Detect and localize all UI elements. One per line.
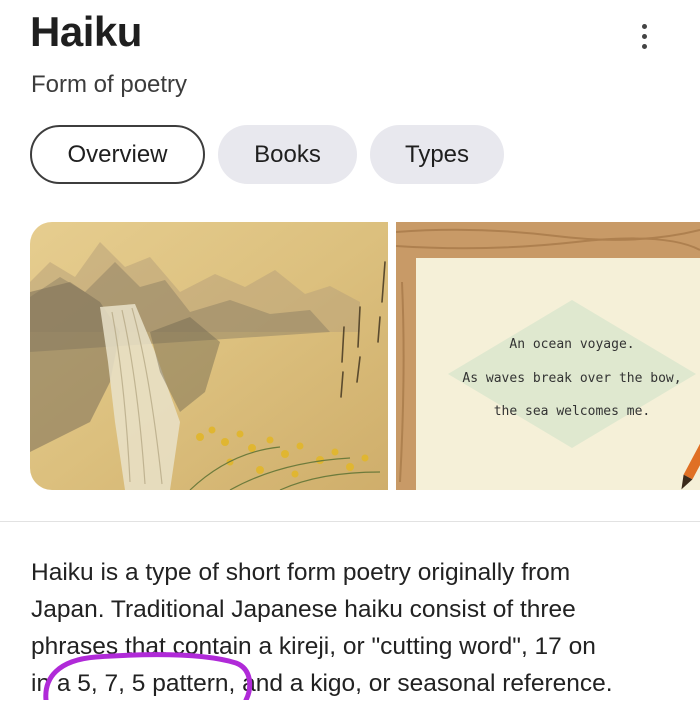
description-text: Haiku is a type of short form poetry ori… — [31, 554, 671, 702]
haiku-card-image[interactable]: An ocean voyage. As waves break over the… — [396, 222, 700, 490]
more-vert-icon[interactable] — [628, 18, 660, 54]
description-line: phrases that contain a kireji, or "cutti… — [31, 633, 596, 660]
poem-line-2: As waves break over the bow, — [462, 371, 681, 386]
poem-line-1: An ocean voyage. — [509, 337, 634, 352]
section-divider — [0, 521, 700, 522]
description-line: Haiku is a type of short form poetry ori… — [31, 559, 571, 586]
tab-bar: Overview Books Types — [30, 125, 504, 184]
tab-books[interactable]: Books — [218, 125, 357, 184]
japanese-painting-image[interactable] — [30, 222, 388, 490]
tab-overview[interactable]: Overview — [30, 125, 205, 184]
description-line: Japan. Traditional Japanese haiku consis… — [31, 596, 576, 623]
page-title: Haiku — [30, 8, 142, 55]
description-line: in a 5, 7, 5 pattern, and a kigo, or sea… — [31, 670, 613, 697]
poem-line-3: the sea welcomes me. — [494, 404, 651, 419]
tab-types[interactable]: Types — [370, 125, 504, 184]
page-subtitle: Form of poetry — [31, 71, 188, 98]
